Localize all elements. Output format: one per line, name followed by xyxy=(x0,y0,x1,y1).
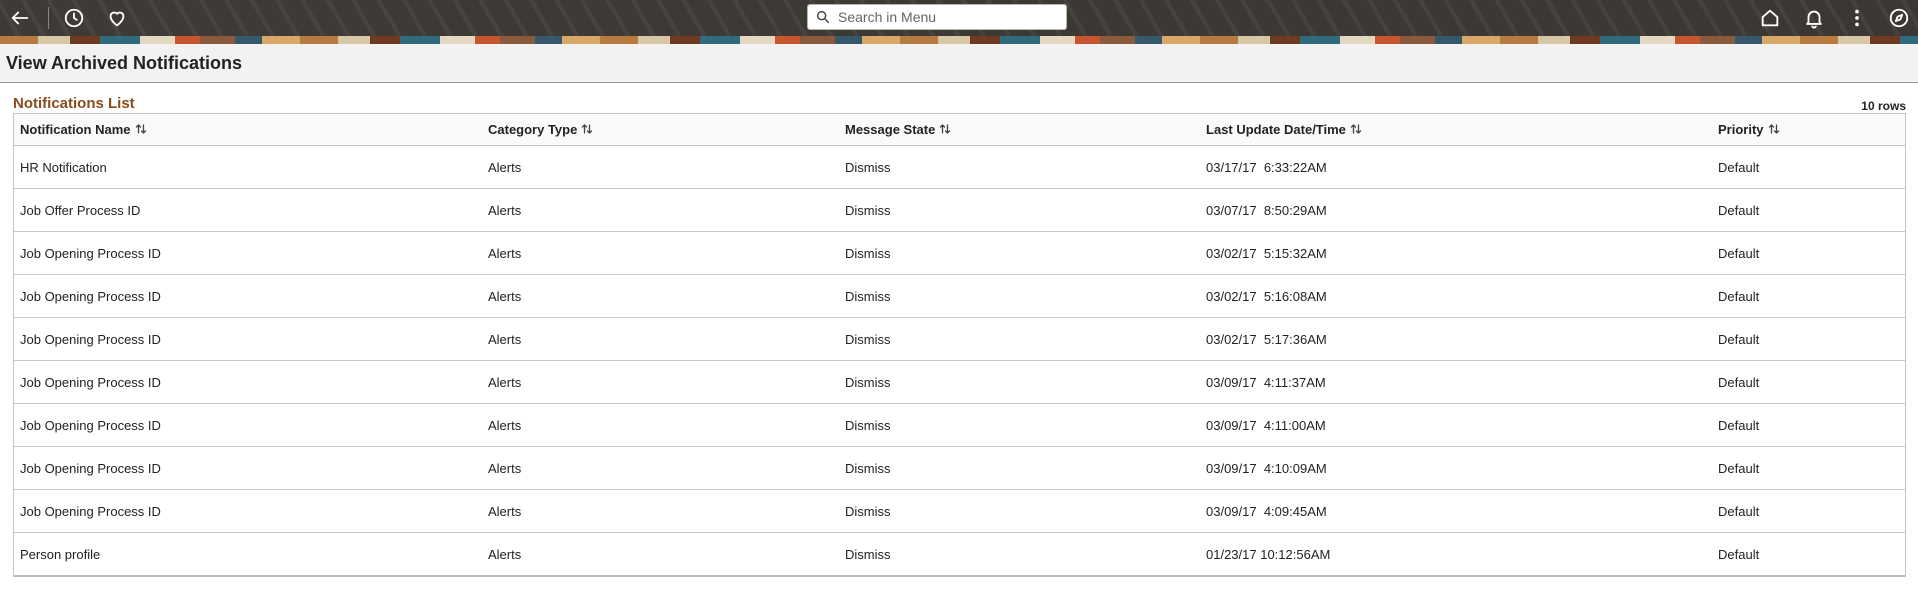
cell-message-state: Dismiss xyxy=(839,360,1200,404)
cell-notification-name: HR Notification xyxy=(14,145,482,189)
cell-message-state: Dismiss xyxy=(839,274,1200,318)
notifications-grid: Notification Name Category Type Message … xyxy=(13,113,1906,577)
cell-category-type: Alerts xyxy=(482,360,839,404)
sort-icon[interactable] xyxy=(939,123,951,138)
cell-message-state: Dismiss xyxy=(839,231,1200,275)
heart-icon[interactable] xyxy=(102,4,132,32)
sort-icon[interactable] xyxy=(1350,123,1362,138)
cell-last-update: 03/02/17 5:15:32AM xyxy=(1200,231,1712,275)
table-row[interactable]: Job Opening Process ID Alerts Dismiss 03… xyxy=(14,489,1905,533)
table-row[interactable]: Person profile Alerts Dismiss 01/23/17 1… xyxy=(14,533,1905,576)
cell-last-update: 03/09/17 4:11:37AM xyxy=(1200,360,1712,404)
cell-notification-name: Job Opening Process ID xyxy=(14,274,482,318)
table-row[interactable]: Job Offer Process ID Alerts Dismiss 03/0… xyxy=(14,188,1905,232)
cell-notification-name: Job Opening Process ID xyxy=(14,489,482,533)
cell-last-update: 03/02/17 5:17:36AM xyxy=(1200,317,1712,361)
table-row[interactable]: Job Opening Process ID Alerts Dismiss 03… xyxy=(14,446,1905,490)
cell-priority: Default xyxy=(1712,145,1905,189)
cell-priority: Default xyxy=(1712,403,1905,447)
cell-last-update: 01/23/17 10:12:56AM xyxy=(1206,546,1331,562)
column-header-priority[interactable]: Priority xyxy=(1712,114,1905,146)
cell-notification-name: Person profile xyxy=(20,546,101,562)
table-row[interactable]: Job Opening Process ID Alerts Dismiss 03… xyxy=(14,317,1905,361)
cell-priority: Default xyxy=(1718,546,1760,562)
cell-priority: Default xyxy=(1712,360,1905,404)
top-banner xyxy=(0,0,1918,44)
cell-notification-name: Job Opening Process ID xyxy=(14,317,482,361)
cell-priority: Default xyxy=(1712,317,1905,361)
sort-icon[interactable] xyxy=(1768,123,1780,138)
cell-notification-name: Job Opening Process ID xyxy=(14,231,482,275)
page-title: View Archived Notifications xyxy=(6,53,243,73)
cell-message-state: Dismiss xyxy=(839,446,1200,490)
page-header: View Archived Notifications xyxy=(0,44,1918,83)
cell-category-type: Alerts xyxy=(482,274,839,318)
nav-divider xyxy=(48,7,49,29)
row-count: 10 rows xyxy=(1861,99,1906,113)
cell-priority: Default xyxy=(1712,446,1905,490)
cell-notification-name: Job Opening Process ID xyxy=(14,403,482,447)
clock-icon[interactable] xyxy=(59,4,89,32)
cell-notification-name: Job Opening Process ID xyxy=(14,360,482,404)
kebab-menu-icon[interactable] xyxy=(1842,4,1872,32)
back-arrow-icon[interactable] xyxy=(5,4,35,32)
table-row[interactable]: Job Opening Process ID Alerts Dismiss 03… xyxy=(14,360,1905,404)
cell-message-state: Dismiss xyxy=(839,403,1200,447)
sort-icon[interactable] xyxy=(581,123,593,138)
sort-icon[interactable] xyxy=(135,123,147,138)
cell-message-state: Dismiss xyxy=(839,145,1200,189)
cell-last-update: 03/02/17 5:16:08AM xyxy=(1200,274,1712,318)
home-icon[interactable] xyxy=(1755,4,1785,32)
search-icon xyxy=(816,10,830,24)
cell-message-state: Dismiss xyxy=(845,546,891,562)
cell-category-type: Alerts xyxy=(482,317,839,361)
table-row[interactable]: HR Notification Alerts Dismiss 03/17/17 … xyxy=(14,145,1905,189)
banner-artwork xyxy=(0,36,1918,44)
cell-notification-name: Job Opening Process ID xyxy=(14,446,482,490)
column-header-category-type[interactable]: Category Type xyxy=(482,114,839,146)
grid-title: Notifications List xyxy=(13,95,135,112)
cell-notification-name: Job Offer Process ID xyxy=(14,188,482,232)
cell-category-type: Alerts xyxy=(482,188,839,232)
cell-category-type: Alerts xyxy=(482,446,839,490)
search-menu-field[interactable] xyxy=(807,4,1067,30)
header-row: Notification Name Category Type Message … xyxy=(14,114,1905,146)
cell-message-state: Dismiss xyxy=(839,489,1200,533)
cell-priority: Default xyxy=(1712,188,1905,232)
table-row[interactable]: Job Opening Process ID Alerts Dismiss 03… xyxy=(14,274,1905,318)
compass-icon[interactable] xyxy=(1884,4,1914,32)
column-header-last-update[interactable]: Last Update Date/Time xyxy=(1200,114,1712,146)
cell-last-update: 03/09/17 4:09:45AM xyxy=(1200,489,1712,533)
table-row[interactable]: Job Opening Process ID Alerts Dismiss 03… xyxy=(14,403,1905,447)
cell-message-state: Dismiss xyxy=(839,317,1200,361)
cell-priority: Default xyxy=(1712,489,1905,533)
column-header-message-state[interactable]: Message State xyxy=(839,114,1200,146)
table-row[interactable]: Job Opening Process ID Alerts Dismiss 03… xyxy=(14,231,1905,275)
cell-category-type: Alerts xyxy=(482,403,839,447)
cell-message-state: Dismiss xyxy=(839,188,1200,232)
cell-category-type: Alerts xyxy=(488,546,522,562)
search-input[interactable] xyxy=(836,5,1066,29)
cell-category-type: Alerts xyxy=(482,145,839,189)
cell-last-update: 03/17/17 6:33:22AM xyxy=(1200,145,1712,189)
cell-last-update: 03/09/17 4:10:09AM xyxy=(1200,446,1712,490)
cell-last-update: 03/09/17 4:11:00AM xyxy=(1200,403,1712,447)
cell-priority: Default xyxy=(1712,274,1905,318)
cell-last-update: 03/07/17 8:50:29AM xyxy=(1200,188,1712,232)
cell-priority: Default xyxy=(1712,231,1905,275)
column-header-notification-name[interactable]: Notification Name xyxy=(14,114,482,146)
cell-category-type: Alerts xyxy=(482,231,839,275)
bell-icon[interactable] xyxy=(1799,4,1829,32)
cell-category-type: Alerts xyxy=(482,489,839,533)
